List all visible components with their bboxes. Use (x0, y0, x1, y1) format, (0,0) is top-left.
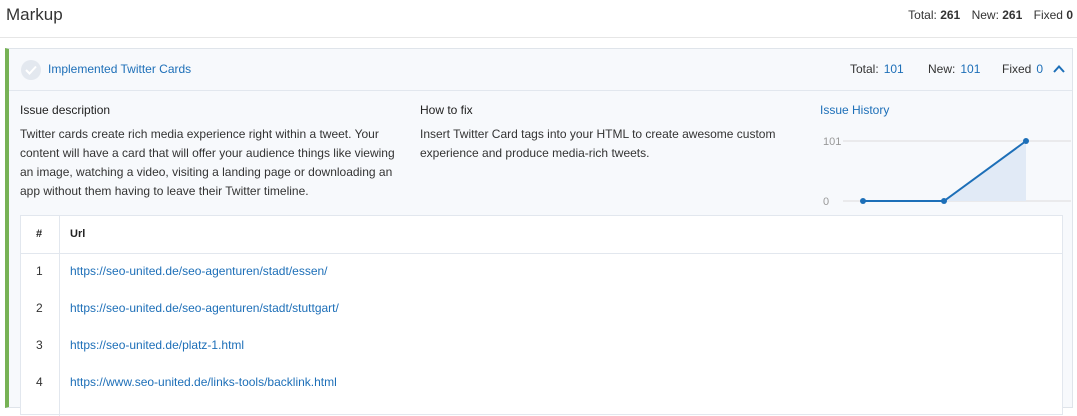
page-title: Markup (6, 5, 63, 24)
issue-description-title: Issue description (20, 103, 111, 117)
issue-name[interactable]: Implemented Twitter Cards (48, 62, 191, 76)
row-number: 2 (36, 301, 43, 315)
url-table: # Url 1 https://seo-united.de/seo-agentu… (20, 215, 1063, 416)
column-header-url: Url (70, 228, 86, 240)
data-point (860, 198, 866, 204)
table-header: # Url (21, 216, 1062, 254)
total-stat-value: 261 (940, 8, 961, 22)
description-line: Twitter cards create rich media experien… (20, 127, 379, 141)
row-number: 4 (36, 375, 43, 389)
how-to-fix-text: Insert Twitter Card tags into your HTML … (420, 125, 775, 163)
issue-total-label: Total: (850, 62, 879, 76)
description-line: an image, watching a video, visiting a l… (20, 165, 393, 179)
issue-fixed-value[interactable]: 0 (1036, 62, 1043, 76)
issue-total-value[interactable]: 101 (884, 62, 904, 76)
fixed-stat-label: Fixed (1033, 8, 1063, 22)
data-point (941, 198, 947, 204)
issue-fixed: Fixed 0 (1002, 62, 1043, 76)
issue-fixed-label: Fixed (1002, 62, 1032, 76)
page-stats: Total: 261 New: 261 Fixed 0 (908, 8, 1073, 22)
row-number: 1 (36, 264, 43, 278)
issue-total: Total: 101 (850, 62, 904, 76)
table-row: 3 https://seo-united.de/platz-1.html (21, 328, 1062, 365)
total-stat-label: Total: (908, 8, 937, 22)
y-tick-label: 101 (823, 136, 841, 148)
issue-history-title[interactable]: Issue History (820, 103, 889, 117)
new-stat-value: 261 (1002, 8, 1023, 22)
description-line: app without them having to leave their T… (20, 184, 309, 198)
row-number: 3 (36, 338, 43, 352)
row-url-link[interactable]: https://seo-united.de/seo-agenturen/stad… (70, 264, 328, 278)
description-line: content will have a card that will offer… (20, 146, 395, 160)
table-row: 1 https://seo-united.de/seo-agenturen/st… (21, 254, 1062, 291)
howto-line: Insert Twitter Card tags into your HTML … (420, 127, 776, 141)
chevron-up-icon[interactable] (1052, 63, 1066, 75)
table-row: 2 https://seo-united.de/seo-agenturen/st… (21, 291, 1062, 328)
row-url-link[interactable]: https://www.seo-united.de/links-tools/ba… (70, 375, 337, 389)
issue-card-header[interactable]: Implemented Twitter Cards Total: 101 New:… (9, 49, 1072, 91)
table-row: 4 https://www.seo-united.de/links-tools/… (21, 365, 1062, 402)
y-tick-label: 0 (823, 196, 829, 208)
page-header: Markup Total: 261 New: 261 Fixed 0 (0, 0, 1077, 38)
issue-new: New: 101 (928, 62, 980, 76)
data-point (1023, 138, 1029, 144)
row-url-link[interactable]: https://seo-united.de/seo-agenturen/stad… (70, 301, 339, 315)
column-header-number: # (36, 228, 43, 240)
check-icon[interactable] (21, 60, 41, 80)
issue-card: Implemented Twitter Cards Total: 101 New:… (5, 48, 1073, 416)
new-stat-label: New: (971, 8, 999, 22)
row-url-link[interactable]: https://seo-united.de/platz-1.html (70, 338, 244, 352)
issue-new-value[interactable]: 101 (960, 62, 980, 76)
issue-new-label: New: (928, 62, 956, 76)
issue-history-chart: 101 0 (823, 136, 1071, 208)
issue-description-text: Twitter cards create rich media experien… (20, 125, 395, 201)
fixed-stat-value: 0 (1066, 8, 1073, 22)
howto-line: experience and produce media-rich tweets… (420, 146, 650, 160)
how-to-fix-title: How to fix (420, 103, 473, 117)
